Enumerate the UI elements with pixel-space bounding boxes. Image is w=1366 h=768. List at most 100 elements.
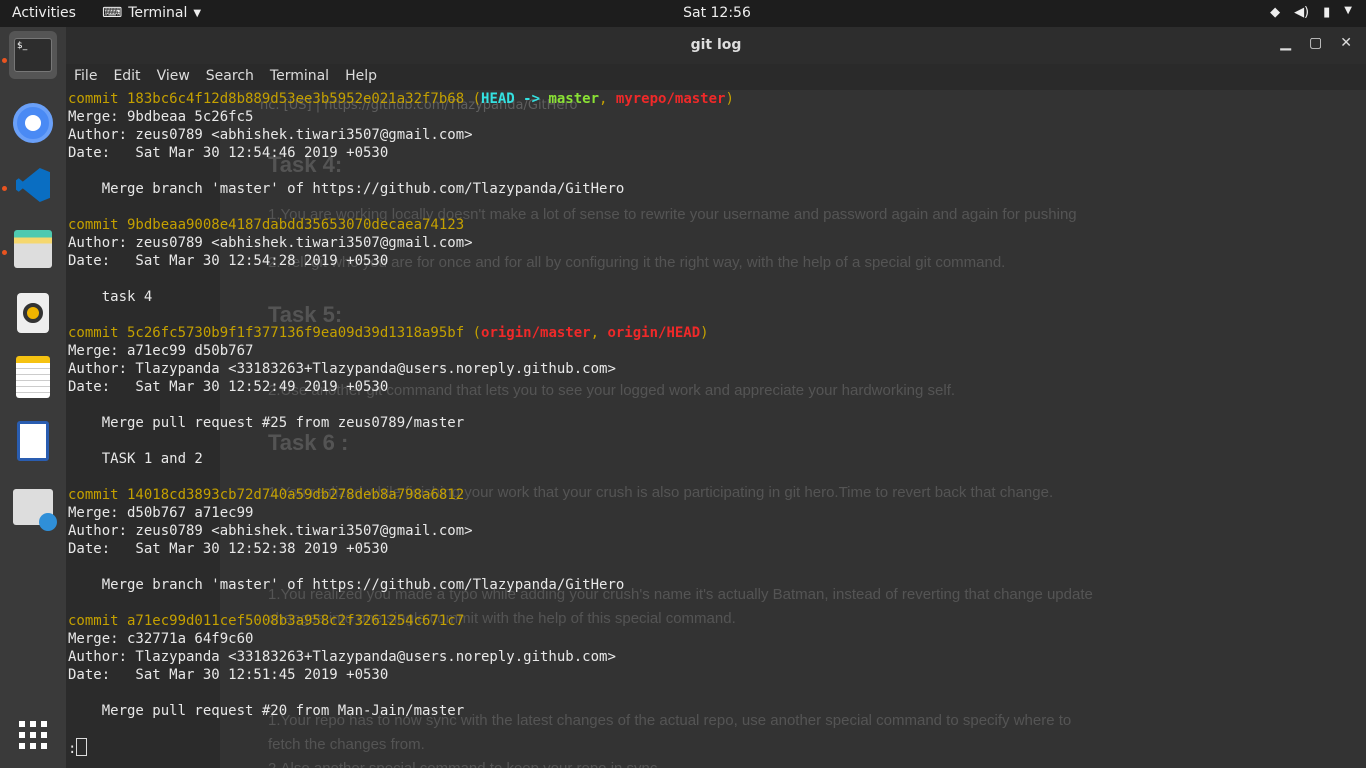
log-segment: commit a71ec99d011cef5008b3a958c2f326125… <box>68 613 465 629</box>
clock[interactable]: Sat 12:56 <box>0 5 1366 21</box>
log-segment: Date: Sat Mar 30 12:51:45 2019 +0530 <box>68 667 389 683</box>
log-line: Merge: d50b767 a71ec99 <box>68 504 734 522</box>
log-line: Date: Sat Mar 30 12:52:49 2019 +0530 <box>68 378 734 396</box>
log-segment: commit 9bdbeaa9008e4187dabdd35653070deca… <box>68 217 465 233</box>
log-line: commit 14018cd3893cb72d740a59db278deb8a7… <box>68 486 734 504</box>
vscode-icon[interactable] <box>9 161 57 209</box>
log-segment: Merge: a71ec99 d50b767 <box>68 343 254 359</box>
volume-icon: ◀) <box>1294 5 1310 20</box>
log-line: commit 183bc6c4f12d8b889d53ee3b5952e021a… <box>68 90 734 108</box>
title-bar[interactable]: git log ▁ ▢ ✕ <box>66 27 1366 64</box>
log-line: TASK 1 and 2 <box>68 450 734 468</box>
log-line: Author: zeus0789 <abhishek.tiwari3507@gm… <box>68 522 734 540</box>
log-segment: Merge pull request #20 from Man-Jain/mas… <box>68 703 465 719</box>
close-button[interactable]: ✕ <box>1340 35 1352 51</box>
log-line: task 4 <box>68 288 734 306</box>
maximize-button[interactable]: ▢ <box>1309 35 1322 51</box>
log-segment: Author: zeus0789 <abhishek.tiwari3507@gm… <box>68 235 473 251</box>
chrome-icon[interactable] <box>9 99 57 147</box>
log-line: Merge: 9bdbeaa 5c26fc5 <box>68 108 734 126</box>
log-segment: Merge branch 'master' of https://github.… <box>68 181 625 197</box>
menu-view[interactable]: View <box>149 64 198 90</box>
log-segment: TASK 1 and 2 <box>68 451 203 467</box>
log-segment: Author: zeus0789 <abhishek.tiwari3507@gm… <box>68 523 473 539</box>
menu-terminal[interactable]: Terminal <box>262 64 337 90</box>
menu-help[interactable]: Help <box>337 64 385 90</box>
dock: $_ <box>0 27 66 768</box>
log-line: Date: Sat Mar 30 12:54:46 2019 +0530 <box>68 144 734 162</box>
log-segment: ) <box>700 325 709 341</box>
apps-grid-icon[interactable] <box>9 711 57 759</box>
log-segment: Author: Tlazypanda <33183263+Tlazypanda@… <box>68 361 616 377</box>
log-line: Merge: a71ec99 d50b767 <box>68 342 734 360</box>
log-line: Author: Tlazypanda <33183263+Tlazypanda@… <box>68 648 734 666</box>
log-segment: Date: Sat Mar 30 12:52:49 2019 +0530 <box>68 379 389 395</box>
log-segment: Merge: c32771a 64f9c60 <box>68 631 254 647</box>
text-cursor <box>76 738 88 756</box>
ghost-text: 2.Also another special command to keep y… <box>268 760 662 768</box>
menu-edit[interactable]: Edit <box>105 64 148 90</box>
minimize-button[interactable]: ▁ <box>1280 35 1291 51</box>
log-segment: origin/HEAD <box>607 325 701 341</box>
system-tray[interactable]: ◆ ◀) ▮ ▼ <box>1270 5 1352 20</box>
log-segment: Date: Sat Mar 30 12:54:28 2019 +0530 <box>68 253 389 269</box>
pager-prompt-text: : <box>68 741 77 757</box>
chevron-down-icon: ▼ <box>1344 5 1352 16</box>
log-segment: Date: Sat Mar 30 12:54:46 2019 +0530 <box>68 145 389 161</box>
log-segment: task 4 <box>68 289 153 305</box>
log-segment: Merge: d50b767 a71ec99 <box>68 505 254 521</box>
log-segment: origin/master <box>481 325 591 341</box>
log-line: Author: zeus0789 <abhishek.tiwari3507@gm… <box>68 126 734 144</box>
log-segment: HEAD -> <box>481 91 549 107</box>
top-panel: Activities ⌨ Terminal ▼ Sat 12:56 ◆ ◀) ▮… <box>0 0 1366 27</box>
running-indicator <box>2 186 7 191</box>
pager-prompt[interactable]: : <box>68 738 734 757</box>
terminal-icon[interactable]: $_ <box>9 31 57 79</box>
menu-search[interactable]: Search <box>198 64 262 90</box>
log-line: Merge pull request #20 from Man-Jain/mas… <box>68 702 734 720</box>
log-line: Date: Sat Mar 30 12:52:38 2019 +0530 <box>68 540 734 558</box>
log-segment: , <box>599 91 616 107</box>
running-indicator <box>2 250 7 255</box>
menu-file[interactable]: File <box>66 64 105 90</box>
log-line: Merge pull request #25 from zeus0789/mas… <box>68 414 734 432</box>
log-line: Date: Sat Mar 30 12:54:28 2019 +0530 <box>68 252 734 270</box>
log-segment: ) <box>725 91 734 107</box>
log-segment: myrepo/master <box>615 91 726 107</box>
terminal-window[interactable]: git log ▁ ▢ ✕ File Edit View Search Term… <box>66 27 1366 768</box>
log-segment: master <box>548 91 600 107</box>
log-line: Author: zeus0789 <abhishek.tiwari3507@gm… <box>68 234 734 252</box>
notes-icon[interactable] <box>9 353 57 401</box>
battery-icon: ▮ <box>1323 5 1331 20</box>
wifi-icon: ◆ <box>1270 5 1281 20</box>
window-title: git log <box>690 37 742 53</box>
log-line: Author: Tlazypanda <33183263+Tlazypanda@… <box>68 360 734 378</box>
git-log-output: commit 183bc6c4f12d8b889d53ee3b5952e021a… <box>68 90 734 757</box>
log-line: Merge: c32771a 64f9c60 <box>68 630 734 648</box>
log-segment: Author: zeus0789 <abhishek.tiwari3507@gm… <box>68 127 473 143</box>
log-line: Merge branch 'master' of https://github.… <box>68 180 734 198</box>
log-line: commit 9bdbeaa9008e4187dabdd35653070deca… <box>68 216 734 234</box>
files-icon[interactable] <box>9 225 57 273</box>
rhythmbox-icon[interactable] <box>9 289 57 337</box>
terminal-content[interactable]: nc. [US] | https://github.com/Tlazypanda… <box>66 90 1366 768</box>
log-segment: Merge pull request #25 from zeus0789/mas… <box>68 415 465 431</box>
running-indicator <box>2 58 7 63</box>
writer-icon[interactable] <box>9 417 57 465</box>
software-icon[interactable] <box>9 483 57 531</box>
log-line: commit 5c26fc5730b9f1f377136f9ea09d39d13… <box>68 324 734 342</box>
log-segment: Merge: 9bdbeaa 5c26fc5 <box>68 109 254 125</box>
log-segment: Merge branch 'master' of https://github.… <box>68 577 625 593</box>
log-segment: , <box>590 325 608 341</box>
log-segment: commit 183bc6c4f12d8b889d53ee3b5952e021a… <box>68 91 482 107</box>
menu-bar: File Edit View Search Terminal Help <box>66 64 1366 90</box>
